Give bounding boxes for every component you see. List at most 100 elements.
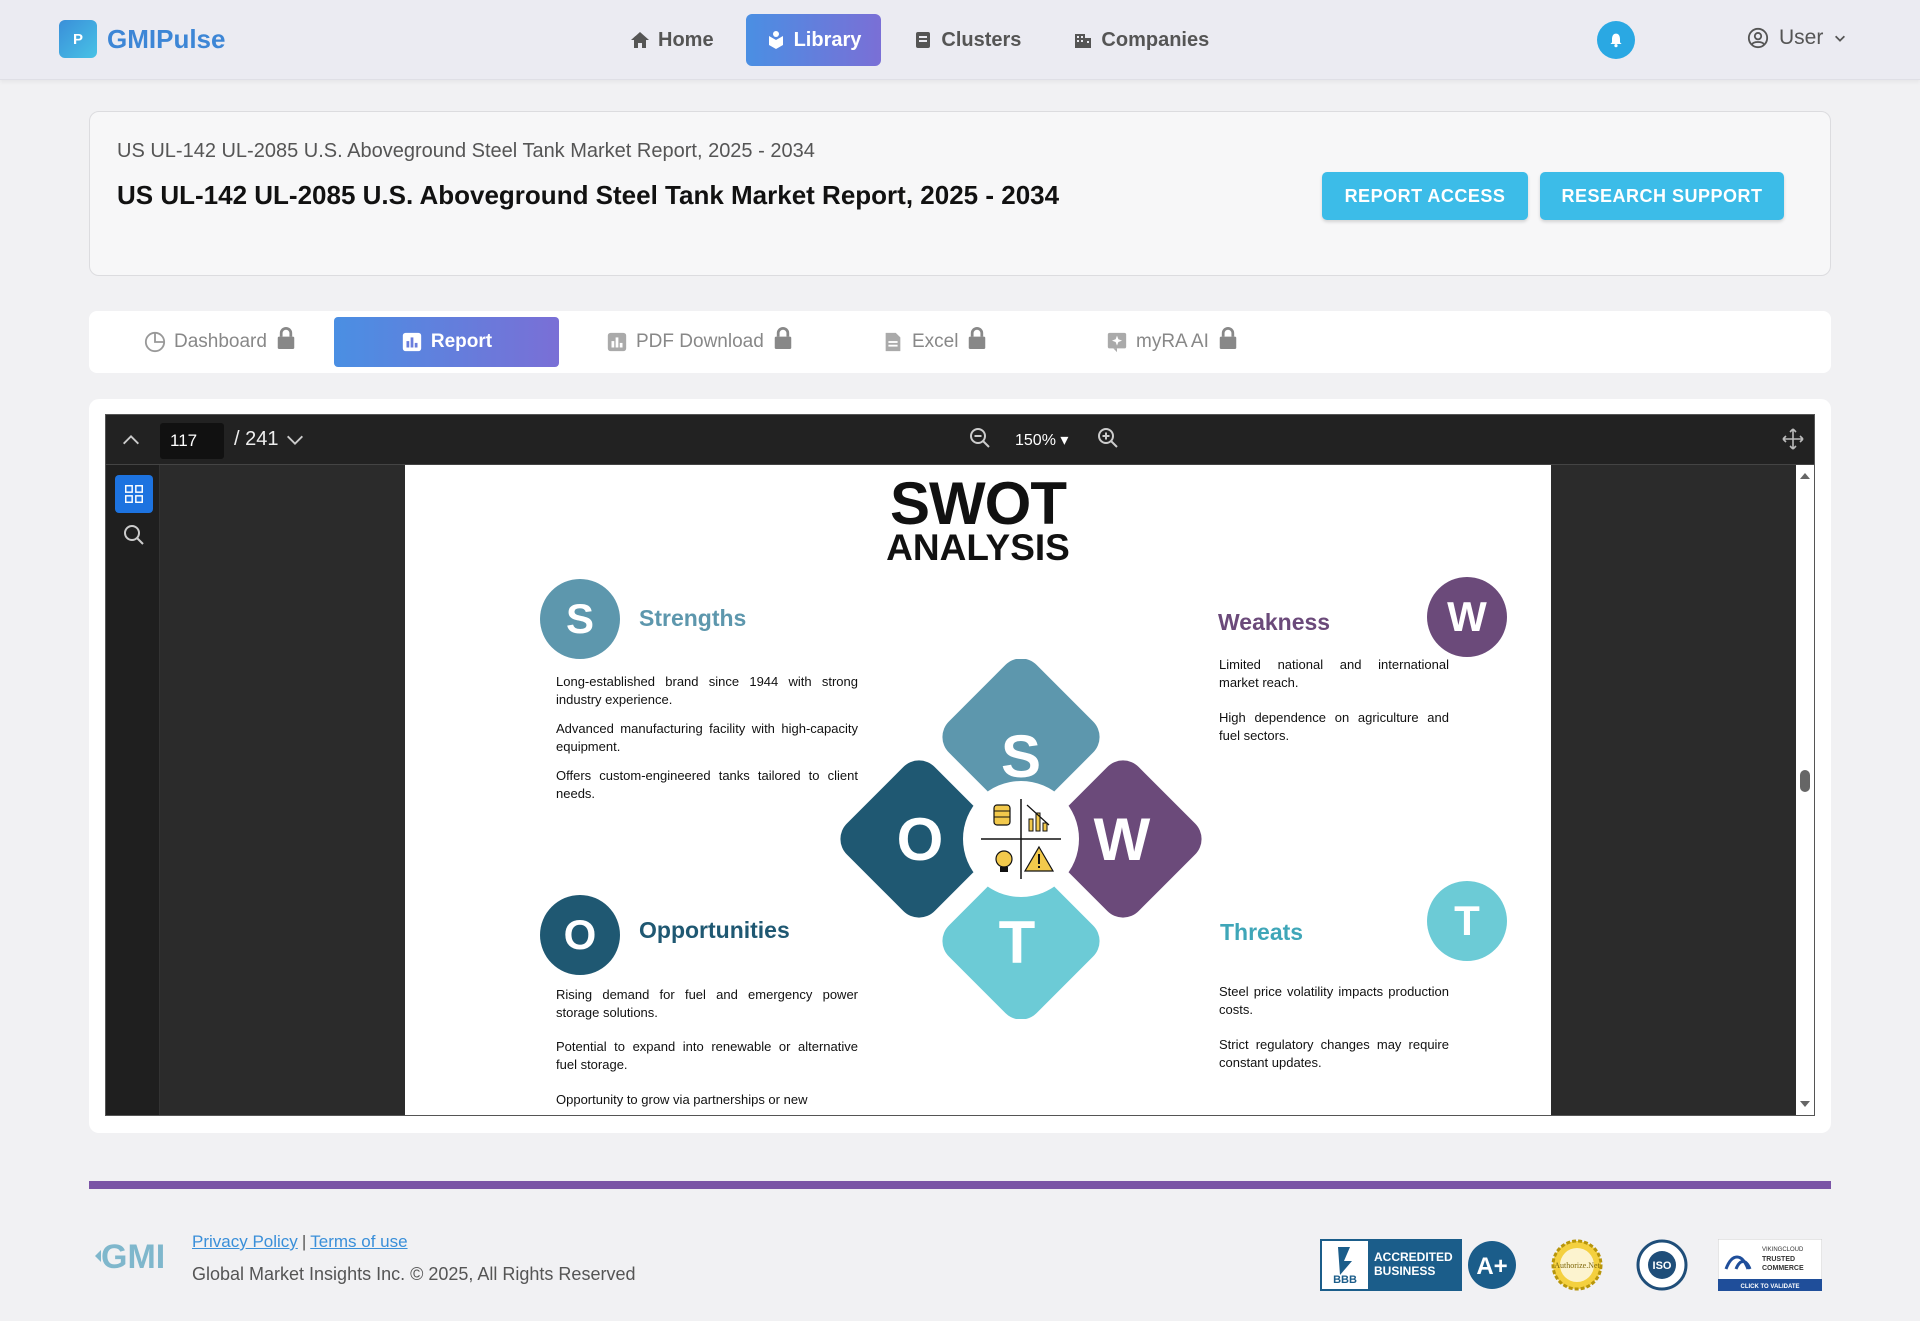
lock-icon <box>1219 327 1237 349</box>
weakness-bullet: Limited national and international marke… <box>1219 657 1449 690</box>
main-nav: Home Library Clusters Companies <box>610 14 1229 66</box>
nav-home[interactable]: Home <box>610 14 734 66</box>
footer-divider <box>89 1181 1831 1189</box>
privacy-policy-link[interactable]: Privacy Policy <box>192 1232 298 1252</box>
lock-icon <box>774 327 792 349</box>
bbb-accredited-badge[interactable]: BBB ACCREDITED BUSINESS A+ <box>1320 1239 1518 1291</box>
report-header-card: US UL-142 UL-2085 U.S. Aboveground Steel… <box>89 111 1831 276</box>
tab-pdf-download-label: PDF Download <box>636 331 764 352</box>
opportunities-heading: Opportunities <box>639 917 790 943</box>
swot-subtitle: ANALYSIS <box>886 527 1070 568</box>
strengths-bullet: Advanced manufacturing facility with hig… <box>556 721 858 754</box>
diamond-letter-w: W <box>1094 806 1151 873</box>
gmi-logo[interactable]: GMI <box>93 1232 179 1288</box>
iso-certified-badge[interactable]: ISO <box>1636 1239 1688 1291</box>
opportunities-circle: O <box>540 895 620 975</box>
tab-excel[interactable]: Excel <box>882 317 988 367</box>
svg-text:TRUSTED: TRUSTED <box>1762 1256 1795 1263</box>
diamond-letter-o: O <box>897 806 944 873</box>
swot-diamond-graphic: S O W T <box>840 659 1202 1019</box>
weakness-circle: W <box>1427 577 1507 657</box>
scroll-up-icon[interactable] <box>1800 471 1810 481</box>
search-icon[interactable] <box>122 523 146 547</box>
opportunities-bullet: Rising demand for fuel and emergency pow… <box>556 987 858 1020</box>
strengths-bullet: Offers custom-engineered tanks tailored … <box>556 768 858 801</box>
chevron-down-icon <box>1835 35 1846 42</box>
threats-bullet: Strict regulatory changes may require co… <box>1219 1037 1449 1070</box>
lock-icon <box>969 327 986 349</box>
notification-bell-icon[interactable] <box>1597 21 1635 59</box>
strengths-heading: Strengths <box>639 605 747 631</box>
footer-links: Privacy Policy | Terms of use <box>192 1232 408 1252</box>
nav-clusters-label: Clusters <box>941 28 1022 51</box>
svg-text:ACCREDITED: ACCREDITED <box>1374 1250 1453 1264</box>
zoom-level-select[interactable]: 150% ▾ <box>1015 430 1068 450</box>
user-avatar-icon <box>1747 27 1769 49</box>
chevron-up-icon[interactable] <box>120 429 142 451</box>
tab-report[interactable]: Report <box>334 317 559 367</box>
threats-heading: Threats <box>1220 919 1304 945</box>
report-tabs: Dashboard Report PDF Download Excel myRA… <box>89 311 1831 373</box>
research-support-button[interactable]: RESEARCH SUPPORT <box>1540 172 1784 220</box>
opportunities-bullet: Potential to expand into renewable or al… <box>556 1039 858 1072</box>
diamond-letter-t: T <box>999 909 1036 976</box>
nav-clusters[interactable]: Clusters <box>893 14 1041 66</box>
thumbnails-icon[interactable] <box>115 475 153 513</box>
tab-report-label: Report <box>430 331 493 352</box>
strengths-circle: S <box>540 579 620 659</box>
tab-myra-ai-label: myRA AI <box>1136 331 1209 352</box>
brand-name: GMIPulse <box>107 23 226 54</box>
scrollbar-thumb[interactable] <box>1800 770 1810 792</box>
nav-companies-label: Companies <box>1101 28 1210 51</box>
svg-text:A+: A+ <box>1476 1253 1507 1280</box>
tab-pdf-download[interactable]: PDF Download <box>606 317 794 367</box>
weakness-heading: Weakness <box>1218 609 1331 635</box>
pdf-viewer: / 241 150% ▾ SWOT ANALYSIS S Strengths L… <box>105 414 1815 1116</box>
viewer-scrollbar[interactable] <box>1796 465 1814 1115</box>
zoom-out-icon[interactable] <box>968 426 992 450</box>
nav-companies[interactable]: Companies <box>1053 14 1229 66</box>
vikingcloud-trusted-commerce-badge[interactable]: VIKINGCLOUD TRUSTED COMMERCE CLICK TO VA… <box>1717 1238 1823 1292</box>
threats-circle: T <box>1427 881 1507 961</box>
nav-library[interactable]: Library <box>745 14 882 66</box>
terms-link[interactable]: Terms of use <box>310 1232 407 1252</box>
tab-myra-ai[interactable]: myRA AI <box>1106 317 1239 367</box>
fist-icon <box>993 804 1011 826</box>
svg-text:BUSINESS: BUSINESS <box>1374 1264 1435 1278</box>
svg-text:VIKINGCLOUD: VIKINGCLOUD <box>1762 1247 1804 1253</box>
svg-text:COMMERCE: COMMERCE <box>1762 1265 1804 1272</box>
brand[interactable]: P GMIPulse <box>59 20 225 58</box>
svg-text:CLICK TO VALIDATE: CLICK TO VALIDATE <box>1741 1284 1800 1290</box>
chevron-down-icon[interactable] <box>284 429 306 451</box>
ai-sparkle-icon <box>1107 332 1127 353</box>
excel-file-icon <box>885 332 901 352</box>
scroll-down-icon[interactable] <box>1800 1099 1810 1109</box>
dashboard-icon <box>144 331 166 353</box>
home-icon <box>631 32 649 48</box>
nav-home-label: Home <box>658 28 714 51</box>
svg-text:GMI: GMI <box>101 1238 165 1276</box>
top-navbar: P GMIPulse Home Library Clusters Compani… <box>0 0 1920 80</box>
copyright: Global Market Insights Inc. © 2025, All … <box>192 1264 636 1284</box>
threats-bullet: Steel price volatility impacts productio… <box>1219 984 1449 1017</box>
user-menu[interactable]: User <box>1747 26 1847 50</box>
strengths-bullet: Long-established brand since 1944 with s… <box>556 674 858 707</box>
link-separator: | <box>301 1232 307 1251</box>
weakness-bullet: High dependence on agriculture and fuel … <box>1219 710 1449 743</box>
svg-text:BBB: BBB <box>1333 1274 1357 1286</box>
viewer-toolbar: / 241 150% ▾ <box>106 415 1814 465</box>
report-access-button[interactable]: REPORT ACCESS <box>1322 172 1528 220</box>
zoom-in-icon[interactable] <box>1096 426 1120 450</box>
page-title: US UL-142 UL-2085 U.S. Aboveground Steel… <box>117 180 1060 210</box>
pdf-chart-icon <box>607 332 627 352</box>
tab-dashboard-label: Dashboard <box>174 331 267 352</box>
tab-dashboard[interactable]: Dashboard <box>144 317 297 367</box>
page-number-input[interactable] <box>160 423 224 459</box>
authorize-net-seal[interactable]: Authorize.Net <box>1548 1239 1606 1291</box>
fullscreen-move-icon[interactable] <box>1781 427 1805 451</box>
pdf-page: SWOT ANALYSIS S Strengths Long-establish… <box>405 465 1551 1115</box>
brand-logo-icon: P <box>59 20 97 58</box>
nav-library-label: Library <box>793 28 862 51</box>
opportunities-bullet: Opportunity to grow via partnerships or … <box>556 1092 808 1107</box>
report-viewer-card: / 241 150% ▾ SWOT ANALYSIS S Strengths L… <box>89 399 1831 1133</box>
